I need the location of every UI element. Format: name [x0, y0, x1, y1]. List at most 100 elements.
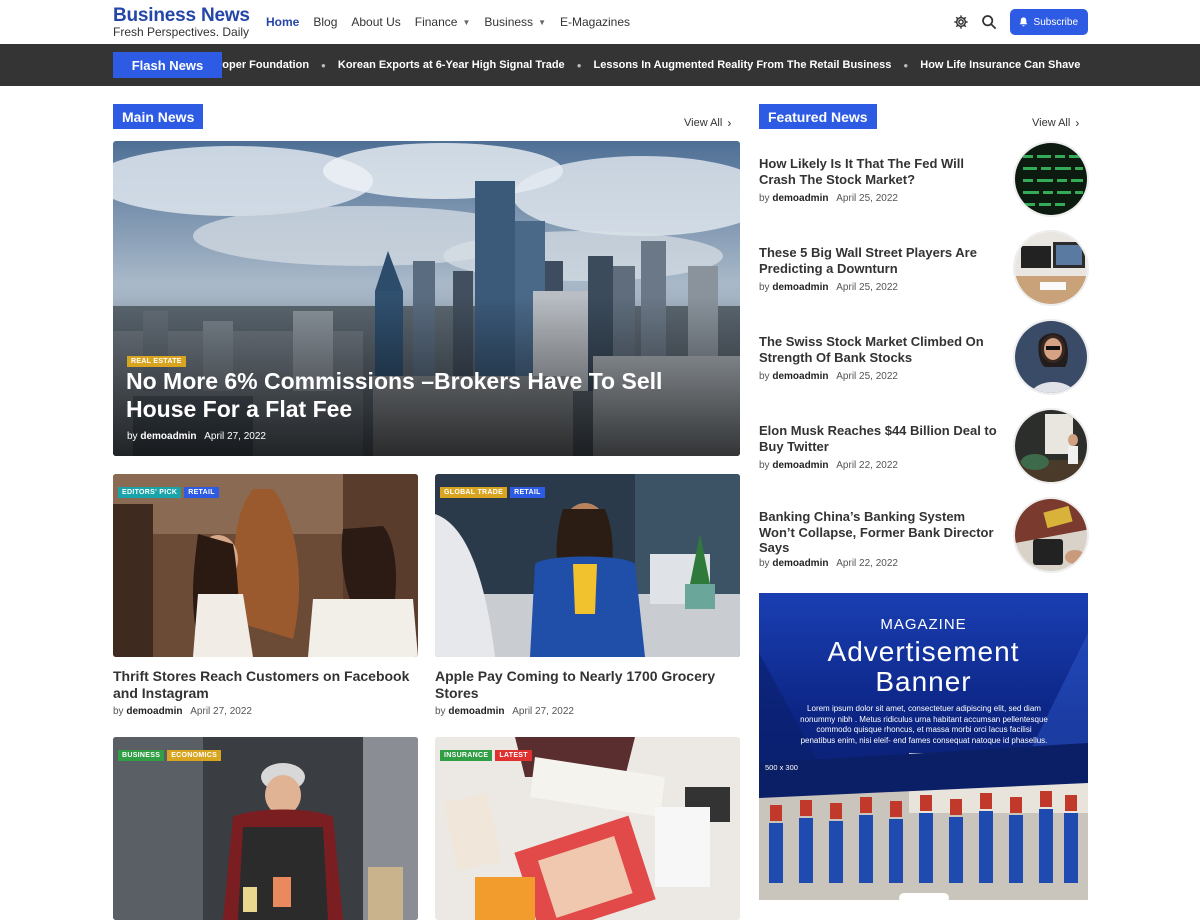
category-tag[interactable]: BUSINESS [118, 750, 165, 761]
author-link[interactable]: demoadmin [772, 282, 828, 293]
brand-logo[interactable]: Business News Fresh Perspectives. Daily [113, 6, 250, 39]
ticker-link[interactable]: roper Foundation [218, 59, 309, 71]
featured-item: Banking China’s Banking System Won’t Col… [759, 497, 1089, 577]
featured-thumbnail[interactable] [1013, 319, 1089, 395]
chevron-right-icon: › [727, 116, 732, 130]
post-date: April 25, 2022 [836, 371, 898, 382]
ticker-link[interactable]: How Life Insurance Can Shave [920, 59, 1080, 71]
author-link[interactable]: demoadmin [126, 706, 182, 717]
gear-icon[interactable] [950, 9, 972, 35]
article-image[interactable]: EDITORS' PICK RETAIL [113, 474, 418, 657]
barista-image [113, 737, 418, 920]
category-tag[interactable]: INSURANCE [440, 750, 493, 761]
office-image [435, 474, 740, 657]
by-label: by [759, 558, 770, 569]
author-link[interactable]: demoadmin [448, 706, 504, 717]
nav-item-e-magazines[interactable]: E-Magazines [560, 15, 630, 29]
category-tag[interactable]: REAL ESTATE [127, 356, 186, 367]
featured-item: Elon Musk Reaches $44 Billion Deal to Bu… [759, 408, 1089, 488]
hero-article[interactable]: REAL ESTATE No More 6% Commissions –Brok… [113, 141, 740, 456]
article-card: EDITORS' PICK RETAIL Thrift Stores Reach … [113, 474, 418, 717]
card-payment-image [1015, 499, 1087, 571]
featured-meta: by demoadmin April 25, 2022 [759, 193, 898, 204]
featured-title[interactable]: How Likely Is It That The Fed Will Crash… [759, 156, 999, 187]
card-tags: INSURANCE LATEST [440, 744, 535, 762]
main-view-all-link[interactable]: View All › [684, 116, 731, 130]
category-tag[interactable]: GLOBAL TRADE [440, 487, 508, 498]
author-link[interactable]: demoadmin [772, 460, 828, 471]
flash-news-label: Flash News [113, 52, 222, 78]
bullet-icon: ● [576, 60, 582, 70]
ticker-link[interactable]: Lessons In Augmented Reality From The Re… [594, 59, 892, 71]
nav-item-business[interactable]: Business ▼ [484, 15, 546, 29]
article-card: GLOBAL TRADE RETAIL Apple Pay Coming to N… [435, 474, 740, 717]
featured-meta: by demoadmin April 22, 2022 [759, 558, 898, 569]
author-link[interactable]: demoadmin [772, 558, 828, 569]
category-tag[interactable]: ECONOMICS [167, 750, 222, 761]
featured-news-heading: Featured News [759, 104, 877, 129]
brand-title[interactable]: Business News [113, 6, 250, 26]
author-link[interactable]: demoadmin [140, 431, 196, 442]
main-nav: Home Blog About Us Finance ▼ Business ▼ E-… [266, 0, 644, 44]
hero-title[interactable]: No More 6% Commissions –Brokers Have To … [126, 367, 726, 423]
featured-title[interactable]: Banking China’s Banking System Won’t Col… [759, 509, 999, 556]
post-date: April 25, 2022 [836, 282, 898, 293]
header-actions: Subscribe [950, 9, 1088, 35]
card-tags: BUSINESS ECONOMICS [118, 744, 224, 762]
article-image[interactable]: GLOBAL TRADE RETAIL [435, 474, 740, 657]
article-title[interactable]: Apple Pay Coming to Nearly 1700 Grocery … [435, 668, 740, 702]
post-date: April 22, 2022 [836, 460, 898, 471]
ad-body: Lorem ipsum dolor sit amet, consectetuer… [800, 704, 1048, 745]
category-tag[interactable]: RETAIL [510, 487, 545, 498]
category-tag[interactable]: RETAIL [184, 487, 219, 498]
category-tag[interactable]: LATEST [495, 750, 532, 761]
article-image[interactable]: BUSINESS ECONOMICS [113, 737, 418, 920]
featured-item: These 5 Big Wall Street Players Are Pred… [759, 230, 1089, 310]
featured-view-all-link[interactable]: View All › [1032, 116, 1079, 130]
nav-item-finance[interactable]: Finance ▼ [415, 15, 471, 29]
nav-item-blog[interactable]: Blog [313, 15, 337, 29]
main-news-heading: Main News [113, 104, 204, 129]
featured-item: The Swiss Stock Market Climbed On Streng… [759, 319, 1089, 399]
bullet-icon: ● [321, 60, 326, 70]
author-link[interactable]: demoadmin [772, 193, 828, 204]
post-date: April 27, 2022 [512, 706, 574, 717]
by-label: by [759, 193, 770, 204]
by-label: by [759, 460, 770, 471]
nav-label: Blog [313, 15, 338, 29]
view-all-label: View All [1032, 117, 1071, 129]
featured-title[interactable]: These 5 Big Wall Street Players Are Pred… [759, 245, 999, 276]
nav-label: E-Magazines [559, 15, 631, 29]
featured-thumbnail[interactable] [1013, 141, 1089, 217]
chevron-down-icon: ▼ [462, 17, 471, 27]
hero-meta: by demoadmin April 27, 2022 [127, 431, 266, 442]
search-icon[interactable] [978, 9, 1000, 35]
site-header: Business News Fresh Perspectives. Daily … [0, 0, 1200, 44]
subscribe-label: Subscribe [1033, 16, 1078, 28]
view-all-label: View All [684, 117, 723, 129]
author-link[interactable]: demoadmin [772, 371, 828, 382]
post-date: April 27, 2022 [204, 431, 266, 442]
featured-thumbnail[interactable] [1013, 408, 1089, 484]
featured-thumbnail[interactable] [1013, 230, 1089, 306]
featured-thumbnail[interactable] [1013, 497, 1089, 573]
nav-item-about-us[interactable]: About Us [351, 15, 400, 29]
featured-meta: by demoadmin April 22, 2022 [759, 460, 898, 471]
subscribe-button[interactable]: Subscribe [1009, 9, 1088, 35]
category-tag[interactable]: EDITORS' PICK [118, 487, 182, 498]
by-label: by [127, 431, 138, 442]
featured-title[interactable]: Elon Musk Reaches $44 Billion Deal to Bu… [759, 423, 999, 454]
featured-title[interactable]: The Swiss Stock Market Climbed On Streng… [759, 334, 999, 365]
post-date: April 22, 2022 [836, 558, 898, 569]
article-card: INSURANCE LATEST [435, 737, 740, 920]
brand-tagline: Fresh Perspectives. Daily [113, 25, 250, 39]
article-image[interactable]: INSURANCE LATEST [435, 737, 740, 920]
ad-title-line: Advertisement [827, 636, 1020, 667]
chevron-right-icon: › [1075, 116, 1080, 130]
chevron-down-icon: ▼ [538, 17, 546, 27]
nav-item-home[interactable]: Home [266, 15, 299, 29]
ticker-link[interactable]: Korean Exports at 6-Year High Signal Tra… [338, 59, 565, 71]
article-title[interactable]: Thrift Stores Reach Customers on Faceboo… [113, 668, 418, 702]
post-date: April 25, 2022 [836, 193, 898, 204]
advertisement-banner[interactable]: MAGAZINE Advertisement Banner Lorem ipsu… [759, 593, 1088, 900]
